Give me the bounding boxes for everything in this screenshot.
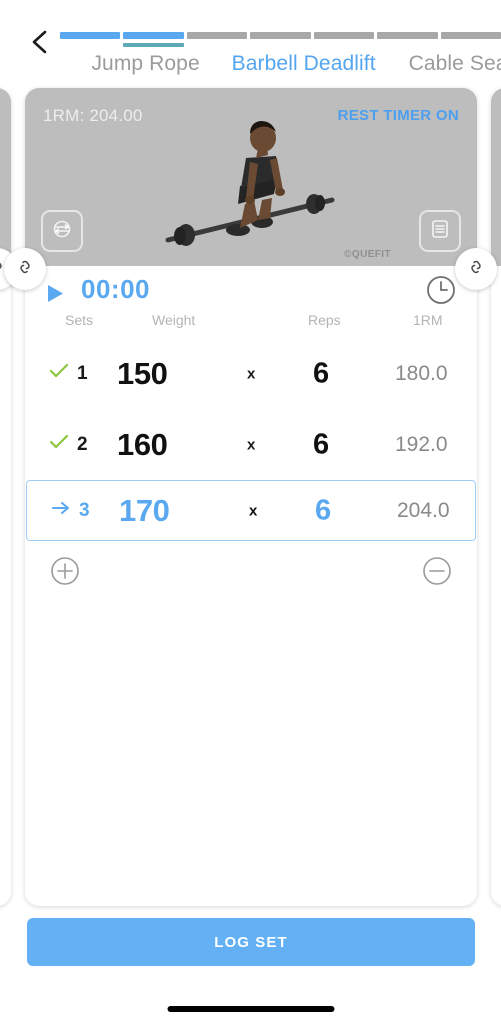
copyright-mark: © <box>344 249 352 260</box>
app-screen: Jump Rope Barbell Deadlift Cable Seated … <box>0 0 501 1024</box>
set-one-rm: 192.0 <box>395 432 448 456</box>
exercise-notes-button[interactable] <box>419 210 461 252</box>
multiply-symbol: x <box>249 502 258 519</box>
workout-progress-bar <box>60 32 501 47</box>
superset-link-chip-left[interactable] <box>4 248 46 290</box>
current-exercise-card: 1RM: 204.00 REST TIMER ON ©QUEFIT 00:00 … <box>25 88 477 906</box>
add-set-button[interactable] <box>49 555 81 587</box>
arrow-right-icon <box>50 497 72 524</box>
set-weight[interactable]: 150 <box>117 356 168 392</box>
link-chain-icon <box>466 257 486 282</box>
exercise-tabs: Jump Rope Barbell Deadlift Cable Seated <box>0 52 501 86</box>
progress-segment <box>440 32 501 39</box>
check-icon <box>48 431 70 458</box>
table-row[interactable]: 1 150 x 6 180.0 <box>25 338 477 409</box>
brand-watermark: ©QUEFIT <box>344 249 391 260</box>
multiply-symbol: x <box>247 365 256 382</box>
table-row[interactable]: 2 160 x 6 192.0 <box>25 409 477 480</box>
superset-link-chip-right[interactable] <box>455 248 497 290</box>
previous-exercise-card[interactable] <box>0 88 11 906</box>
next-exercise-card[interactable] <box>491 88 501 906</box>
progress-segment-current <box>123 32 185 47</box>
play-icon[interactable] <box>47 284 64 308</box>
watermark-text: QUEFIT <box>351 249 391 260</box>
exercise-media: 1RM: 204.00 REST TIMER ON ©QUEFIT <box>25 88 477 266</box>
timer-value[interactable]: 00:00 <box>81 274 150 305</box>
exercise-illustration <box>165 121 335 246</box>
set-index: 1 <box>77 362 88 384</box>
remove-set-button[interactable] <box>421 555 453 587</box>
table-row-active[interactable]: 3 170 x 6 204.0 <box>26 480 476 541</box>
rest-clock-button[interactable] <box>425 274 457 306</box>
card-media <box>491 88 501 266</box>
check-icon <box>48 360 70 387</box>
progress-segment <box>186 32 248 39</box>
column-header-reps: Reps <box>308 312 341 328</box>
set-reps-input[interactable]: 6 <box>315 494 331 527</box>
column-header-sets: Sets <box>65 312 94 328</box>
set-one-rm: 204.0 <box>397 498 450 522</box>
one-rep-max-label: 1RM: 204.00 <box>43 106 143 125</box>
home-indicator <box>167 1006 334 1012</box>
log-set-button[interactable]: LOG SET <box>27 918 475 966</box>
set-reps[interactable]: 6 <box>313 428 329 461</box>
set-weight[interactable]: 160 <box>117 427 168 463</box>
tab-jump-rope[interactable]: Jump Rope <box>91 52 199 76</box>
progress-segment <box>313 32 375 39</box>
column-header-1rm: 1RM <box>413 312 443 328</box>
tab-cable-seated[interactable]: Cable Seated <box>409 52 501 76</box>
tab-barbell-deadlift[interactable]: Barbell Deadlift <box>232 52 376 76</box>
set-index: 3 <box>79 499 90 521</box>
set-reps[interactable]: 6 <box>313 357 329 390</box>
link-chain-icon <box>15 257 35 282</box>
card-media <box>0 88 11 266</box>
set-complete-check[interactable] <box>47 433 71 457</box>
set-rows: 1 150 x 6 180.0 2 160 x 6 192.0 3 170 x … <box>25 338 477 603</box>
progress-segment <box>250 32 311 39</box>
table-column-headers: Sets Weight Reps 1RM <box>25 312 477 338</box>
progress-segment <box>377 32 438 39</box>
notes-icon <box>429 218 451 245</box>
progress-segment <box>60 32 121 39</box>
current-set-indicator <box>49 499 73 523</box>
set-controls <box>25 541 477 603</box>
set-index: 2 <box>77 433 88 455</box>
exercise-card-deck: 1RM: 204.00 REST TIMER ON ©QUEFIT 00:00 … <box>0 88 501 906</box>
minus-circle-icon <box>421 557 453 591</box>
set-weight-input[interactable]: 170 <box>119 493 170 529</box>
set-complete-check[interactable] <box>47 362 71 386</box>
clock-icon <box>425 276 457 310</box>
top-navigation: Jump Rope Barbell Deadlift Cable Seated <box>0 0 501 86</box>
swap-exercise-button[interactable] <box>41 210 83 252</box>
set-one-rm: 180.0 <box>395 361 448 385</box>
column-header-weight: Weight <box>152 312 196 328</box>
set-timer-row: 00:00 <box>25 266 477 312</box>
multiply-symbol: x <box>247 436 256 453</box>
plus-circle-icon <box>49 557 81 591</box>
refresh-exercise-icon <box>51 218 73 245</box>
